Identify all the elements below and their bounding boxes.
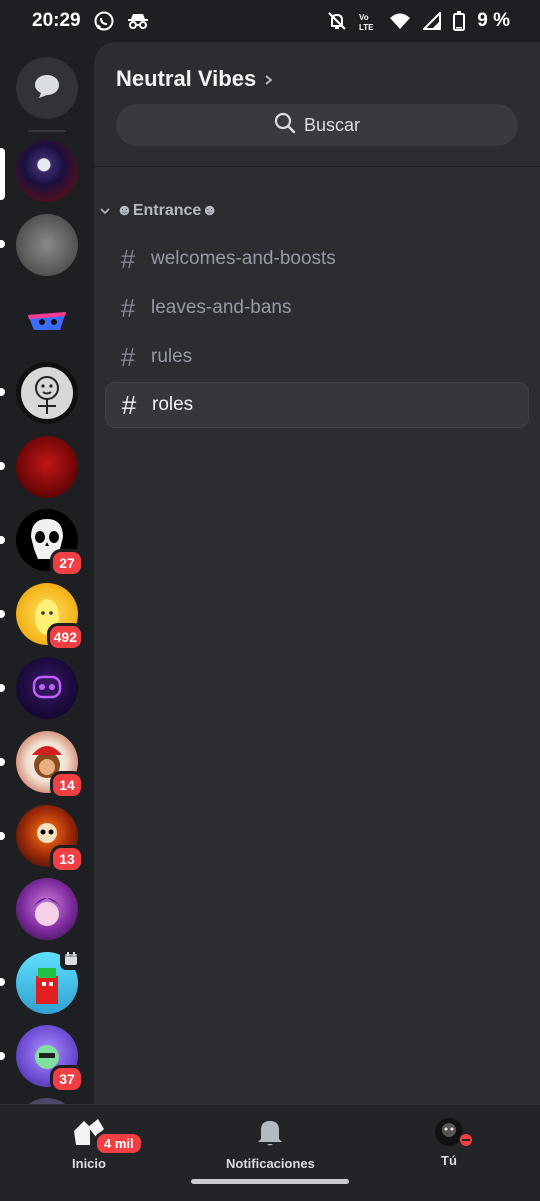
do-not-disturb-icon (458, 1132, 474, 1151)
calendar-icon (60, 948, 82, 970)
home-mention-badge: 4 mil (94, 1131, 144, 1156)
chevron-right-icon (264, 66, 274, 92)
hashtag-icon: # (120, 341, 136, 372)
mute-icon (327, 11, 347, 31)
channel-leaves-and-bans[interactable]: # leaves-and-bans (105, 285, 529, 331)
nav-home[interactable]: Inicio 4 mil (72, 1117, 144, 1171)
whatsapp-icon (93, 10, 115, 32)
nav-you-label: Tú (441, 1153, 457, 1168)
direct-messages-button[interactable] (16, 57, 78, 119)
chat-bubble-icon (32, 71, 62, 106)
unread-indicator (0, 462, 5, 470)
mention-badge: 492 (46, 623, 84, 651)
battery-percent: 9 % (477, 10, 510, 31)
svg-text:LTE: LTE (359, 23, 374, 31)
channel-name: rules (151, 346, 193, 367)
rail-separator (28, 130, 66, 132)
mention-badge: 13 (50, 845, 84, 873)
channel-rules[interactable]: # rules (105, 334, 529, 380)
svg-text:Vo: Vo (359, 13, 369, 22)
volte-icon: Vo LTE (359, 11, 377, 31)
bell-icon (256, 1117, 284, 1150)
server-icon[interactable]: 27 (16, 509, 84, 577)
battery-icon (453, 11, 466, 31)
channel-panel: Neutral Vibes Buscar ☻Entrance☻ # welcom… (94, 42, 540, 1104)
nav-home-label: Inicio (72, 1156, 106, 1171)
server-header[interactable]: Neutral Vibes (116, 66, 274, 92)
mention-badge: 27 (50, 549, 84, 577)
unread-indicator (0, 536, 5, 544)
server-icon[interactable] (16, 362, 78, 424)
status-time: 20:29 (32, 10, 81, 31)
server-icon[interactable] (16, 290, 78, 352)
nav-notifications-label: Notificaciones (226, 1156, 315, 1171)
server-icon[interactable] (16, 436, 78, 498)
mention-badge: 14 (50, 771, 84, 799)
channel-welcomes-and-boosts[interactable]: # welcomes-and-boosts (105, 236, 529, 282)
server-name: Neutral Vibes (116, 66, 257, 91)
header-divider (94, 166, 540, 167)
server-icon[interactable] (16, 948, 82, 1014)
search-button[interactable]: Buscar (116, 104, 518, 146)
unread-indicator (0, 758, 5, 766)
server-icon[interactable]: 492 (16, 583, 84, 651)
wifi-icon (389, 12, 411, 30)
server-icon[interactable] (16, 657, 78, 719)
avatar (434, 1117, 474, 1148)
unread-indicator (0, 1052, 5, 1060)
server-rail: 27 492 14 13 37 (0, 42, 94, 1104)
channel-roles[interactable]: # roles (105, 382, 529, 428)
bottom-navigation: Inicio 4 mil Notificaciones Tú (0, 1104, 540, 1201)
unread-indicator (0, 388, 5, 396)
nav-you[interactable]: Tú (434, 1117, 474, 1168)
category-entrance[interactable]: ☻Entrance☻ (100, 202, 218, 220)
nav-notifications[interactable]: Notificaciones (226, 1117, 315, 1171)
chevron-down-icon (100, 202, 110, 220)
selected-server-indicator (0, 148, 5, 200)
channel-name: roles (152, 394, 194, 415)
category-label: ☻Entrance☻ (116, 202, 219, 219)
incognito-icon (127, 12, 149, 30)
unread-indicator (0, 978, 5, 986)
server-icon[interactable] (16, 878, 78, 940)
server-icon[interactable]: 13 (16, 805, 84, 873)
channel-name: leaves-and-bans (151, 297, 292, 318)
hashtag-icon: # (121, 389, 137, 420)
status-bar: 20:29 Vo LTE 9 % (0, 0, 540, 42)
mention-badge: 37 (50, 1065, 84, 1093)
search-icon (274, 112, 296, 139)
unread-indicator (0, 240, 5, 248)
unread-indicator (0, 832, 5, 840)
search-label: Buscar (303, 114, 361, 135)
unread-indicator (0, 684, 5, 692)
gesture-bar[interactable] (191, 1179, 349, 1184)
channel-name: welcomes-and-boosts (151, 248, 336, 269)
hashtag-icon: # (120, 243, 136, 274)
hashtag-icon: # (120, 292, 136, 323)
server-icon[interactable]: 14 (16, 731, 84, 799)
server-icon-neutral-vibes[interactable] (16, 140, 78, 202)
server-icon[interactable] (16, 214, 78, 276)
server-icon[interactable]: 37 (16, 1025, 84, 1093)
signal-icon (423, 12, 442, 30)
unread-indicator (0, 610, 5, 618)
